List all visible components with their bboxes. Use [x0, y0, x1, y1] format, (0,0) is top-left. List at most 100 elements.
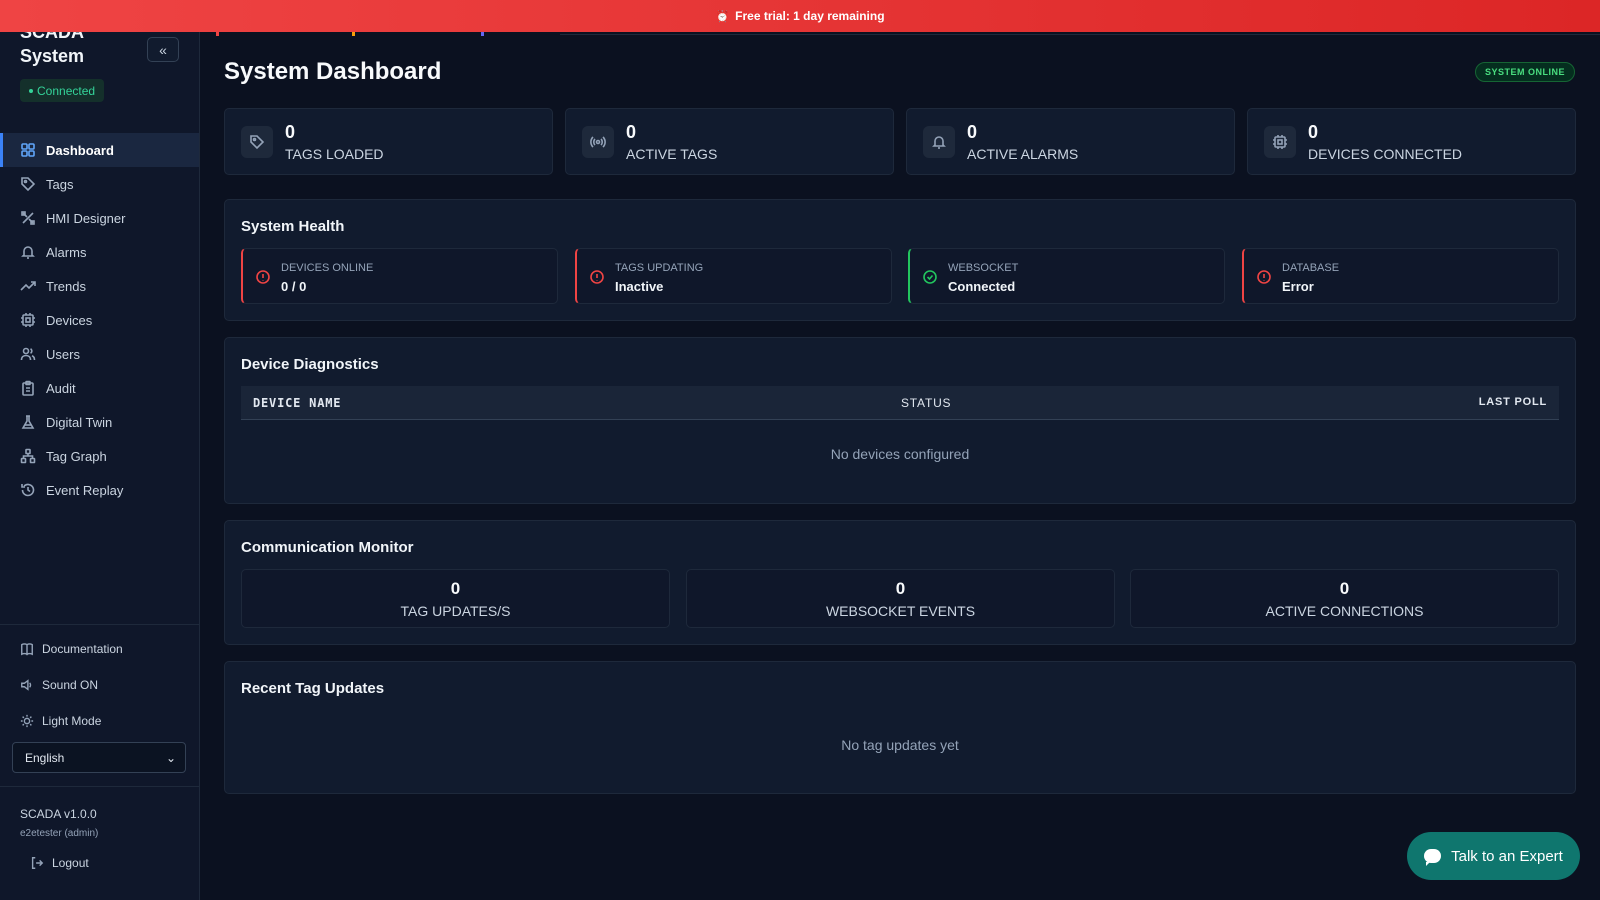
bell-icon: [932, 136, 946, 149]
comm-tag-updates: 0 TAG UPDATES/S: [241, 569, 670, 628]
health-value: Error: [1282, 279, 1314, 294]
sidebar-item-trends[interactable]: Trends: [0, 269, 199, 303]
stat-value: 0: [1308, 122, 1319, 142]
health-label: DATABASE: [1282, 262, 1340, 274]
dashboard-icon: [21, 143, 35, 157]
sidebar-item-tag-graph[interactable]: Tag Graph: [0, 439, 199, 473]
talk-to-expert-label: Talk to an Expert: [1451, 847, 1563, 865]
panel-title: System Health: [241, 218, 345, 235]
comm-label: WEBSOCKET EVENTS: [825, 603, 976, 619]
health-websocket: WEBSOCKET Connected: [908, 248, 1225, 304]
alarm-clock-icon: ⏰: [715, 10, 730, 23]
comm-value: 0: [450, 579, 461, 598]
top-strip: [200, 32, 1600, 36]
trial-banner: ⏰ Free trial: 1 day remaining: [0, 0, 1600, 32]
stat-label: ACTIVE ALARMS: [967, 146, 1079, 162]
strip-mark: [352, 32, 355, 36]
sidebar-item-label: Devices: [46, 312, 93, 328]
sidebar-item-audit[interactable]: Audit: [0, 371, 199, 405]
theme-label: Light Mode: [42, 714, 102, 728]
sidebar-item-label: Users: [46, 346, 80, 362]
sidebar: SCADA System « Connected Dashboard Tags …: [0, 0, 200, 900]
strip-mark: [216, 32, 219, 36]
stat-value: 0: [626, 122, 637, 142]
sidebar-item-label: Digital Twin: [46, 414, 113, 430]
documentation-link[interactable]: Documentation: [20, 642, 123, 656]
panel-title: Device Diagnostics: [241, 356, 379, 373]
trial-banner-text: Free trial: 1 day remaining: [735, 9, 885, 23]
divider-line: [560, 34, 1600, 35]
sidebar-item-tags[interactable]: Tags: [0, 167, 199, 201]
current-user: e2etester (admin): [20, 828, 99, 839]
comm-active-connections: 0 ACTIVE CONNECTIONS: [1130, 569, 1559, 628]
stat-value: 0: [285, 122, 296, 142]
stat-label: DEVICES CONNECTED: [1308, 146, 1463, 162]
cpu-icon: [21, 313, 35, 327]
sound-label: Sound ON: [42, 678, 99, 692]
sidebar-item-label: Trends: [46, 278, 86, 294]
stat-icon-box: [1264, 126, 1296, 158]
collapse-sidebar-button[interactable]: «: [147, 37, 179, 62]
sidebar-item-dashboard[interactable]: Dashboard: [0, 133, 199, 167]
stat-value: 0: [967, 122, 978, 142]
sidebar-nav: Dashboard Tags HMI Designer Alarms Trend…: [0, 133, 199, 507]
theme-toggle[interactable]: Light Mode: [20, 714, 101, 728]
system-status-badge: SYSTEM ONLINE: [1474, 62, 1575, 82]
stat-icon-box: [923, 126, 955, 158]
logout-button[interactable]: Logout: [30, 856, 89, 870]
bell-icon: [21, 246, 35, 259]
sidebar-item-devices[interactable]: Devices: [0, 303, 199, 337]
comm-label: ACTIVE CONNECTIONS: [1265, 603, 1424, 619]
flask-icon: [21, 415, 35, 429]
empty-tag-updates-message: No tag updates yet: [841, 737, 959, 753]
sidebar-item-label: HMI Designer: [46, 210, 126, 226]
column-header-last-poll[interactable]: LAST POLL: [1479, 396, 1547, 408]
comm-websocket-events: 0 WEBSOCKET EVENTS: [686, 569, 1115, 628]
sidebar-item-label: Tag Graph: [46, 448, 107, 464]
chevron-down-icon: ⌄: [165, 750, 176, 765]
alert-circle-icon: [256, 270, 270, 284]
health-label: WEBSOCKET: [948, 262, 1019, 274]
app-version: SCADA v1.0.0: [20, 807, 97, 821]
sidebar-item-digital-twin[interactable]: Digital Twin: [0, 405, 199, 439]
sidebar-item-hmi-designer[interactable]: HMI Designer: [0, 201, 199, 235]
book-icon: [21, 643, 33, 656]
sound-toggle[interactable]: Sound ON: [20, 678, 98, 692]
sidebar-item-alarms[interactable]: Alarms: [0, 235, 199, 269]
column-header-device-name[interactable]: DEVICE NAME: [253, 396, 341, 410]
tag-icon: [21, 177, 36, 192]
sun-icon: [20, 714, 34, 728]
health-value: Inactive: [615, 279, 664, 294]
sidebar-item-users[interactable]: Users: [0, 337, 199, 371]
sidebar-item-label: Alarms: [46, 244, 87, 260]
panel-title: Communication Monitor: [241, 539, 414, 556]
chevrons-left-icon: «: [159, 41, 167, 58]
radio-signal-icon: [590, 136, 606, 148]
alert-circle-icon: [590, 270, 604, 284]
cpu-icon: [1273, 135, 1287, 149]
trend-up-icon: [20, 281, 36, 291]
health-value: 0 / 0: [281, 279, 307, 294]
language-select[interactable]: English ⌄: [12, 742, 186, 773]
stat-card-devices-connected: 0 DEVICES CONNECTED: [1247, 108, 1576, 175]
talk-to-expert-button[interactable]: Talk to an Expert: [1407, 832, 1580, 880]
sidebar-divider: [0, 786, 199, 787]
comm-value: 0: [1339, 579, 1350, 598]
history-icon: [21, 483, 35, 497]
stat-label: ACTIVE TAGS: [626, 146, 718, 162]
stat-icon-box: [241, 126, 273, 158]
stat-card-active-tags: 0 ACTIVE TAGS: [565, 108, 894, 175]
tag-icon: [250, 135, 265, 150]
sidebar-item-label: Dashboard: [46, 142, 114, 158]
table-header: DEVICE NAME STATUS LAST POLL: [241, 386, 1559, 420]
design-tools-icon: [21, 211, 35, 225]
empty-devices-message: No devices configured: [830, 446, 970, 462]
comm-label: TAG UPDATES/S: [400, 603, 511, 619]
health-devices-online: DEVICES ONLINE 0 / 0: [241, 248, 558, 304]
recent-tag-updates-panel: Recent Tag Updates No tag updates yet: [224, 661, 1576, 794]
column-header-status[interactable]: STATUS: [901, 396, 951, 410]
health-label: DEVICES ONLINE: [281, 262, 374, 274]
chat-bubble-icon: [1424, 849, 1442, 866]
sidebar-item-event-replay[interactable]: Event Replay: [0, 473, 199, 507]
panel-title: Recent Tag Updates: [241, 680, 385, 697]
